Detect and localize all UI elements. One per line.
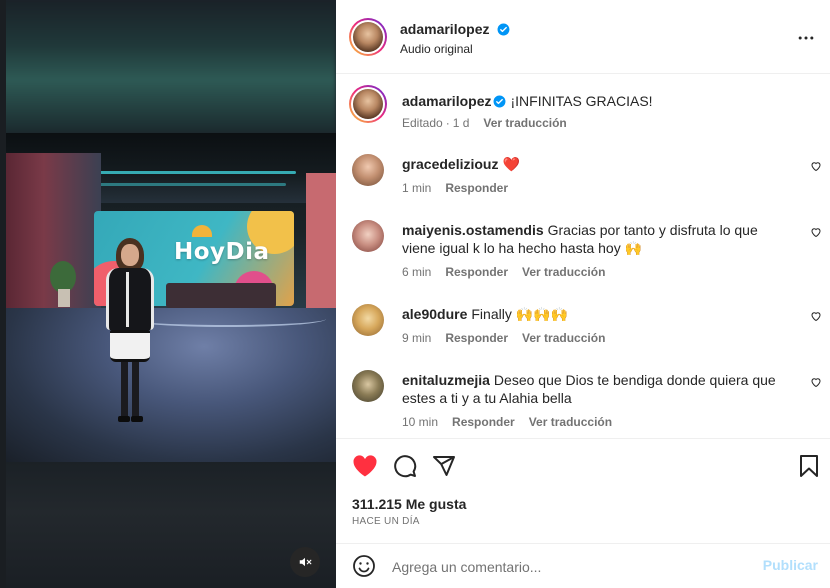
- caption-avatar[interactable]: [349, 85, 387, 123]
- speaker-muted-icon: [299, 557, 312, 567]
- comment-text: ❤️: [502, 156, 520, 172]
- heart-outline-icon[interactable]: [810, 226, 822, 238]
- translate-link[interactable]: Ver traducción: [483, 116, 566, 130]
- studio-sofa: [166, 283, 276, 308]
- comment-time[interactable]: 6 min: [402, 265, 431, 279]
- mute-button[interactable]: [290, 547, 320, 577]
- commenter-avatar[interactable]: [352, 220, 384, 252]
- plant-pot: [58, 289, 70, 307]
- share-icon[interactable]: [432, 454, 456, 478]
- comment-text: Finally 🙌🙌🙌: [471, 306, 569, 322]
- more-horizontal-icon[interactable]: [796, 28, 816, 48]
- comment-username[interactable]: maiyenis.ostamendis: [402, 222, 544, 238]
- heart-filled-icon[interactable]: [352, 454, 378, 478]
- comment-time[interactable]: 1 min: [402, 181, 431, 195]
- verified-badge-icon: [494, 95, 506, 108]
- post-media[interactable]: HoyDia: [0, 0, 336, 588]
- caption-meta: Editado · 1 d Ver traducción: [402, 116, 581, 130]
- comment-username[interactable]: enitaluzmejia: [402, 372, 490, 388]
- studio-wall: [306, 173, 336, 323]
- bookmark-icon[interactable]: [798, 454, 820, 478]
- translate-link[interactable]: Ver traducción: [522, 265, 605, 279]
- caption-username[interactable]: adamarilopez: [402, 93, 491, 109]
- comment-time[interactable]: 10 min: [402, 415, 438, 429]
- comment-meta: 6 min Responder Ver traducción: [402, 265, 619, 279]
- video-frame[interactable]: HoyDia: [6, 133, 336, 462]
- comments-list[interactable]: adamarilopez ¡INFINITAS GRACIAS! Editado…: [336, 75, 830, 439]
- show-logo: HoyDia: [174, 239, 270, 265]
- commenter-avatar[interactable]: [352, 370, 384, 402]
- reply-button[interactable]: Responder: [445, 181, 508, 195]
- comment-username[interactable]: gracedeliziouz: [402, 156, 498, 172]
- emoji-icon[interactable]: [352, 554, 376, 578]
- comment-input[interactable]: [392, 555, 752, 579]
- caption-text: ¡INFINITAS GRACIAS!: [510, 93, 653, 109]
- media-blur-top: [0, 0, 336, 133]
- translate-link[interactable]: Ver traducción: [529, 415, 612, 429]
- author-avatar[interactable]: [349, 18, 387, 56]
- comment-meta: 1 min Responder: [402, 181, 522, 195]
- comment-meta: 9 min Responder Ver traducción: [402, 331, 619, 345]
- comment-icon[interactable]: [393, 454, 417, 478]
- reply-button[interactable]: Responder: [452, 415, 515, 429]
- logo-sun-icon: [192, 225, 212, 237]
- audio-label[interactable]: Audio original: [400, 42, 473, 56]
- verified-badge-icon: [497, 23, 510, 36]
- caption-age[interactable]: 1 d: [453, 116, 470, 130]
- commenter-avatar[interactable]: [352, 304, 384, 336]
- likes-count[interactable]: 311.215 Me gusta: [352, 496, 466, 512]
- post-panel: adamarilopez Audio original adamarilopez…: [336, 0, 830, 588]
- heart-outline-icon[interactable]: [810, 376, 822, 388]
- presenter-figure: [102, 238, 158, 428]
- comment-username[interactable]: ale90dure: [402, 306, 467, 322]
- author-username[interactable]: adamarilopez: [400, 21, 489, 37]
- translate-link[interactable]: Ver traducción: [522, 331, 605, 345]
- publish-button[interactable]: Publicar: [763, 557, 818, 573]
- heart-outline-icon[interactable]: [810, 310, 822, 322]
- post-header: adamarilopez Audio original: [336, 0, 830, 74]
- reply-button[interactable]: Responder: [445, 265, 508, 279]
- studio-floor: [6, 308, 336, 462]
- heart-outline-icon[interactable]: [810, 160, 822, 172]
- media-blur-bottom: [0, 462, 336, 588]
- reply-button[interactable]: Responder: [445, 331, 508, 345]
- post-date: HACE UN DÍA: [352, 516, 420, 527]
- comment-meta: 10 min Responder Ver traducción: [402, 415, 626, 429]
- studio-wall: [6, 153, 101, 328]
- post-actions: 311.215 Me gusta HACE UN DÍA: [336, 440, 830, 544]
- comment-composer: Publicar: [336, 545, 830, 588]
- commenter-avatar[interactable]: [352, 154, 384, 186]
- comment-time[interactable]: 9 min: [402, 331, 431, 345]
- edited-label: Editado: [402, 116, 443, 130]
- meta-separator: ·: [445, 116, 450, 130]
